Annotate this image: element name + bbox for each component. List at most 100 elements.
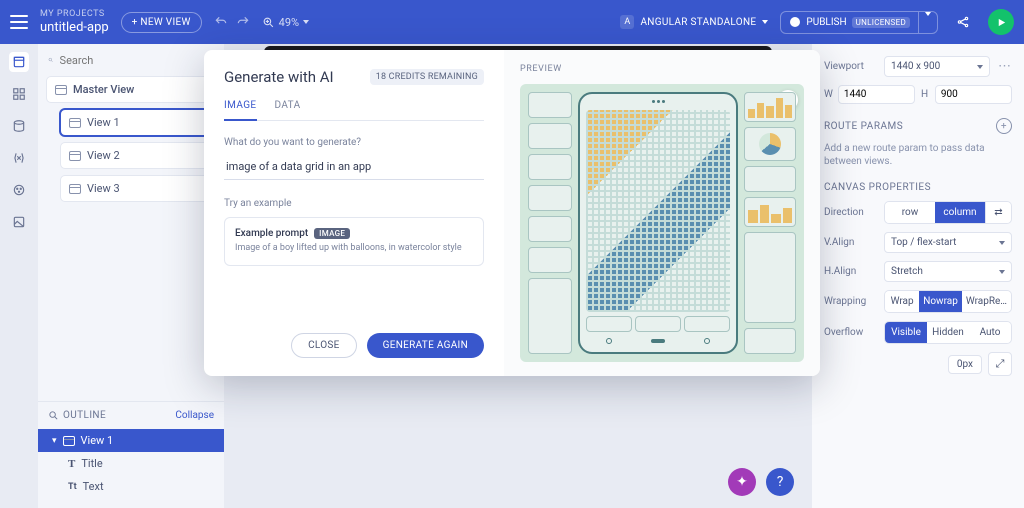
text-icon: Tt [68, 482, 77, 492]
view-icon [55, 85, 67, 95]
overflow-hidden-button[interactable]: Hidden [927, 322, 969, 343]
outline-item[interactable]: ▾ View 1 [38, 429, 224, 452]
search-input[interactable] [60, 54, 200, 67]
chevron-down-icon [977, 65, 983, 69]
top-bar: MY PROJECTS untitled-app + NEW VIEW 49% … [0, 0, 1024, 44]
outline-item[interactable]: Tt Text [38, 475, 224, 498]
add-route-param-button[interactable]: + [996, 118, 1012, 134]
wraprev-button[interactable]: WrapRe… [962, 291, 1011, 312]
ai-fab-button[interactable]: ✦ [728, 468, 756, 496]
history-icons [214, 15, 250, 29]
rail-data-icon[interactable] [9, 116, 29, 136]
gap-value[interactable]: 0px [948, 355, 982, 374]
wrapping-label: Wrapping [824, 296, 876, 307]
title-icon: T [68, 458, 75, 470]
viewport-select[interactable]: 1440 x 900 [884, 56, 990, 77]
project-block[interactable]: MY PROJECTS untitled-app [40, 9, 109, 35]
direction-label: Direction [824, 207, 876, 218]
license-badge: UNLICENSED [852, 17, 910, 28]
valign-select[interactable]: Top / flex-start [884, 232, 1012, 253]
view-label: View 2 [87, 149, 120, 162]
master-view-item[interactable]: Master View [46, 76, 216, 103]
outline-item[interactable]: T Title [38, 452, 224, 475]
halign-select[interactable]: Stretch [884, 261, 1012, 282]
credits-badge: 18 CREDITS REMAINING [370, 69, 484, 85]
example-title: Example prompt [235, 228, 308, 239]
view-item[interactable]: View 3 [60, 175, 216, 202]
new-view-button[interactable]: + NEW VIEW [121, 12, 202, 33]
width-input[interactable] [838, 85, 915, 104]
zoom-control[interactable]: 49% [262, 16, 309, 29]
modal-tabs: IMAGE DATA [224, 100, 484, 121]
modal-title: Generate with AI [224, 68, 334, 86]
rail-vars-icon[interactable] [9, 148, 29, 168]
gap-expand-icon[interactable]: ⤢ [988, 352, 1012, 376]
swap-icon[interactable]: ⇄ [985, 202, 1011, 223]
projects-label: MY PROJECTS [40, 9, 109, 20]
overflow-visible-button[interactable]: Visible [885, 322, 927, 343]
outline-header: OUTLINE Collapse [38, 401, 224, 429]
collapse-link[interactable]: Collapse [175, 410, 214, 421]
framework-select[interactable]: A ANGULAR STANDALONE [620, 15, 768, 29]
undo-icon[interactable] [214, 15, 228, 29]
nowrap-button[interactable]: Nowrap [919, 291, 962, 312]
outline-item-label: Text [83, 480, 104, 493]
outline-tree: ▾ View 1 T Title Tt Text [38, 429, 224, 508]
h-label: H [921, 89, 931, 100]
view-icon [69, 151, 81, 161]
menu-icon[interactable] [10, 15, 28, 29]
chevron-down-icon [762, 20, 768, 24]
example-badge: IMAGE [314, 228, 350, 239]
rail-components-icon[interactable] [9, 84, 29, 104]
tab-image[interactable]: IMAGE [224, 100, 257, 121]
publish-label: PUBLISH [806, 17, 846, 28]
route-hint: Add a new route param to pass data betwe… [824, 142, 1012, 168]
overflow-auto-button[interactable]: Auto [969, 322, 1011, 343]
example-card[interactable]: Example prompt IMAGE Image of a boy lift… [224, 217, 484, 266]
redo-icon[interactable] [236, 15, 250, 29]
preview-play-button[interactable] [988, 9, 1014, 35]
chevron-down-icon: ▾ [52, 436, 57, 446]
search-row: + [38, 44, 224, 76]
direction-row-button[interactable]: row [885, 202, 935, 223]
view-label: Master View [73, 83, 134, 96]
view-item[interactable]: View 2 [60, 142, 216, 169]
close-button[interactable]: CLOSE [291, 333, 357, 358]
help-fab-button[interactable]: ? [766, 468, 794, 496]
publish-caret[interactable] [918, 12, 937, 33]
publish-button[interactable]: PUBLISH UNLICENSED [781, 12, 918, 32]
share-icon[interactable] [950, 9, 976, 35]
direction-column-button[interactable]: column [935, 202, 985, 223]
view-label: View 1 [87, 116, 120, 129]
rail-assets-icon[interactable] [9, 212, 29, 232]
outline-label: OUTLINE [63, 410, 106, 421]
left-panel: + Master View View 1 View 2 View 3 [38, 44, 224, 508]
example-body: Image of a boy lifted up with balloons, … [235, 243, 473, 255]
canvas-props-header: CANVAS PROPERTIES [824, 182, 1012, 193]
framework-label: ANGULAR STANDALONE [640, 17, 756, 28]
height-input[interactable] [935, 85, 1012, 104]
left-rail [0, 44, 38, 508]
view-icon [69, 184, 81, 194]
try-example-label: Try an example [224, 198, 484, 209]
tab-data[interactable]: DATA [275, 100, 301, 120]
viewport-value: 1440 x 900 [891, 61, 940, 72]
prompt-label: What do you want to generate? [224, 137, 484, 148]
viewport-label: Viewport [824, 61, 876, 72]
views-list: Master View View 1 View 2 View 3 [38, 76, 224, 202]
wrap-button[interactable]: Wrap [885, 291, 919, 312]
generate-again-button[interactable]: GENERATE AGAIN [367, 333, 484, 358]
w-label: W [824, 89, 834, 100]
more-icon[interactable]: ⋯ [998, 59, 1012, 74]
properties-panel: Viewport 1440 x 900 ⋯ W H ROUTE PARAMS +… [812, 44, 1024, 508]
view-label: View 3 [87, 182, 120, 195]
prompt-input[interactable] [224, 154, 484, 180]
view-icon [69, 118, 81, 128]
rail-views-icon[interactable] [9, 52, 29, 72]
rail-theme-icon[interactable] [9, 180, 29, 200]
valign-label: V.Align [824, 237, 876, 248]
search-icon [48, 410, 59, 421]
publish-group: PUBLISH UNLICENSED [780, 11, 938, 34]
view-item[interactable]: View 1 [60, 109, 216, 136]
zoom-value: 49% [279, 16, 299, 29]
